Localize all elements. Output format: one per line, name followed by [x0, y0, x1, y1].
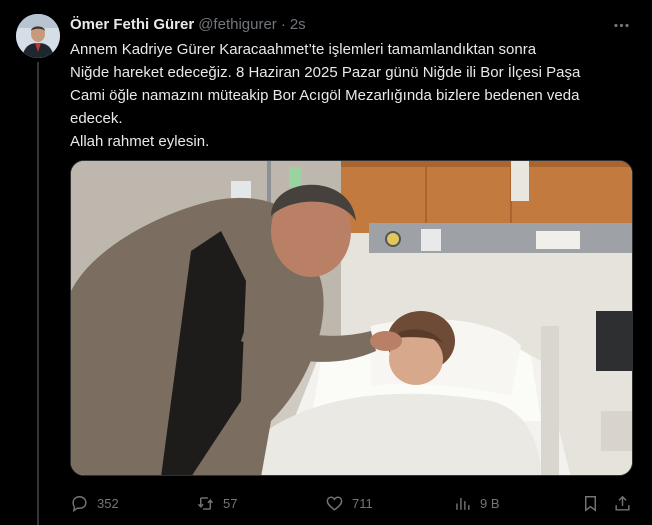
- like-button[interactable]: 711: [325, 490, 373, 516]
- bookmark-button[interactable]: [581, 490, 600, 516]
- tweet[interactable]: Ömer Fethi Gürer @fethigurer · 2s Annem …: [0, 0, 652, 525]
- tweet-header: Ömer Fethi Gürer @fethigurer · 2s: [70, 13, 632, 35]
- reply-count: 352: [97, 495, 119, 511]
- timestamp[interactable]: 2s: [290, 16, 306, 33]
- repost-count: 57: [223, 495, 238, 511]
- views-icon: [456, 497, 470, 510]
- like-icon: [326, 495, 343, 511]
- separator-dot: ·: [280, 15, 286, 33]
- repost-icon: [197, 496, 214, 510]
- tweet-text-line: edecek.: [70, 110, 123, 127]
- author-handle[interactable]: @fethigurer: [198, 16, 277, 33]
- action-bar: 352 57 711 9 B: [70, 490, 632, 516]
- tweet-text-line: Annem Kadriye Gürer Karacaahmet’te işlem…: [70, 41, 537, 58]
- views-button[interactable]: 9 B: [453, 490, 500, 516]
- repost-button[interactable]: 57: [196, 490, 237, 516]
- share-icon: [615, 495, 630, 511]
- tweet-photo[interactable]: [70, 160, 633, 476]
- share-button[interactable]: [613, 490, 632, 516]
- reply-button[interactable]: 352: [70, 490, 119, 516]
- avatar[interactable]: [16, 14, 60, 58]
- bookmark-icon: [585, 495, 596, 512]
- reply-icon: [72, 495, 87, 512]
- tweet-text-line: Niğde hareket edeceğiz. 8 Haziran 2025 P…: [70, 64, 581, 81]
- like-count: 711: [352, 495, 373, 511]
- tweet-text: Annem Kadriye Gürer Karacaahmet’te işlem…: [70, 38, 630, 153]
- tweet-text-line: Allah rahmet eylesin.: [70, 133, 210, 150]
- more-horizontal-icon[interactable]: [610, 14, 632, 36]
- views-count: 9 B: [480, 495, 500, 511]
- thread-line: [37, 62, 39, 525]
- tweet-text-line: Cami öğle namazını müteakip Bor Acıgöl M…: [70, 87, 580, 104]
- author-name[interactable]: Ömer Fethi Gürer: [70, 16, 194, 33]
